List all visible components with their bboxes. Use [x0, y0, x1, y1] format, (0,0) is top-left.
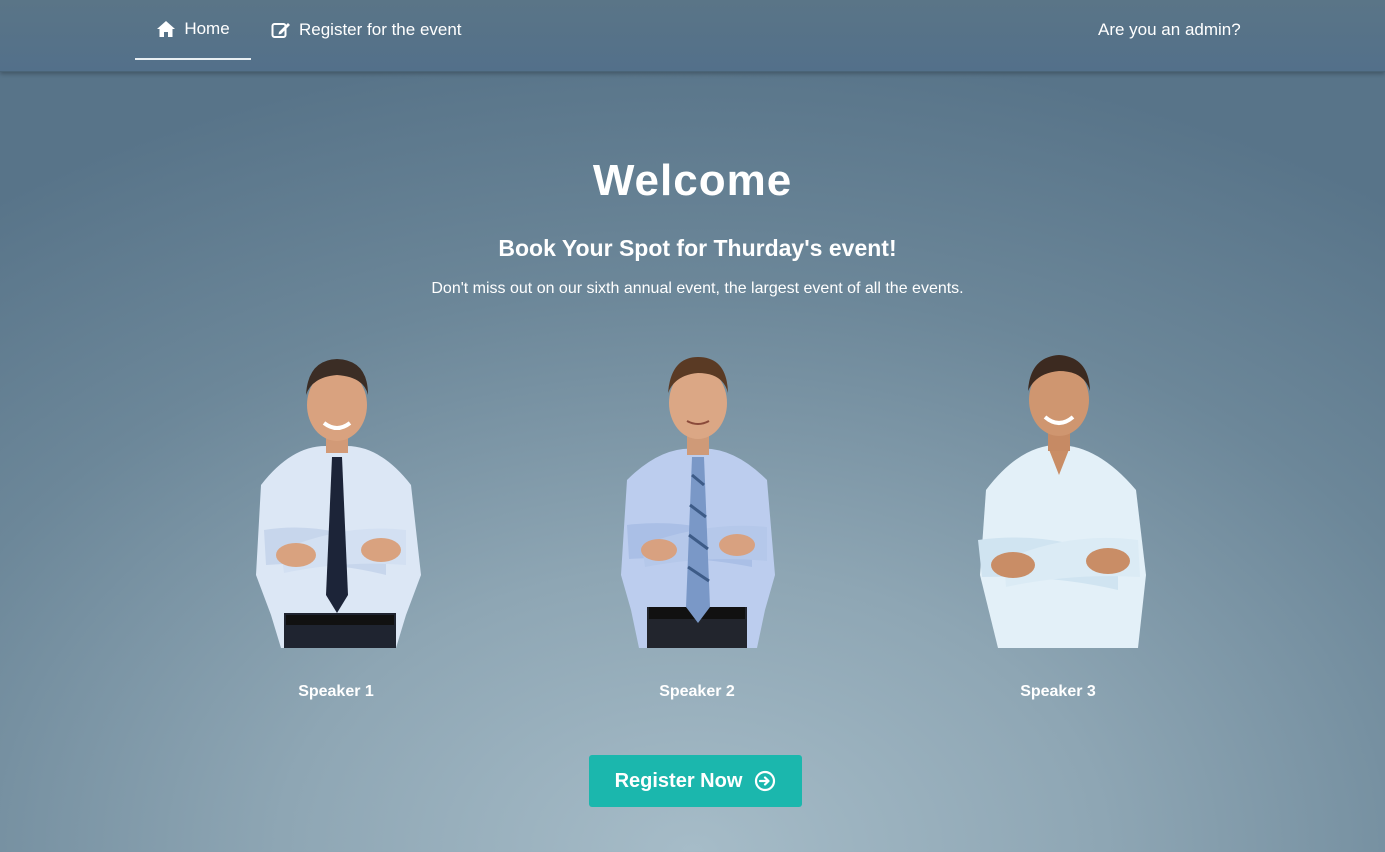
nav-admin-label: Are you an admin? [1098, 20, 1241, 39]
home-icon [157, 21, 176, 37]
nav-home-label: Home [184, 19, 230, 38]
top-navbar: Home Register for the event Are you an a… [0, 0, 1385, 72]
speaker-photo [256, 359, 421, 648]
edit-icon [271, 23, 290, 38]
speaker-card: Speaker 2 [577, 345, 817, 700]
speaker-name: Speaker 2 [659, 683, 735, 700]
page-title: Welcome [592, 156, 793, 205]
register-now-button[interactable]: Register Now [589, 755, 802, 807]
speaker-photo [978, 355, 1146, 648]
register-now-label: Register Now [614, 769, 743, 792]
nav-register-label: Register for the event [299, 20, 462, 39]
speaker-photo [621, 357, 775, 648]
page-subtitle: Book Your Spot for Thurday's event! [498, 235, 897, 261]
speaker-card: Speaker 3 [938, 345, 1178, 700]
speaker-name: Speaker 1 [298, 683, 374, 700]
speaker-card: Speaker 1 [216, 345, 456, 700]
arrow-circle-right-icon [755, 770, 776, 792]
nav-admin-link[interactable]: Are you an admin? [1098, 0, 1241, 60]
speaker-name: Speaker 3 [1020, 683, 1096, 700]
nav-home[interactable]: Home [135, 0, 251, 60]
page-description: Don't miss out on our sixth annual event… [431, 280, 964, 297]
nav-register[interactable]: Register for the event [271, 0, 462, 60]
